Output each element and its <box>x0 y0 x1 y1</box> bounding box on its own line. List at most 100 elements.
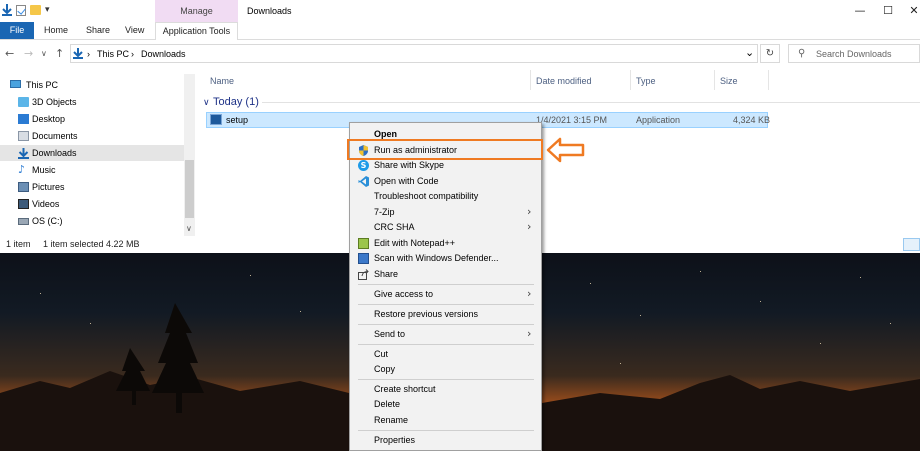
sidebar-item-videos[interactable]: Videos <box>0 196 185 212</box>
tab-share[interactable]: Share <box>86 25 110 35</box>
navigation-pane: This PC 3D Objects Desktop Documents Dow… <box>0 74 195 236</box>
video-icon <box>18 199 29 209</box>
menu-item-restore-previous[interactable]: Restore previous versions <box>350 307 541 322</box>
minimize-button[interactable]: — <box>850 3 870 19</box>
sidebar-item-pictures[interactable]: Pictures <box>0 179 185 195</box>
properties-icon[interactable] <box>16 4 26 16</box>
menu-item-edit-notepadpp[interactable]: Edit with Notepad++ <box>350 236 541 251</box>
download-icon[interactable] <box>2 4 12 16</box>
music-note-icon: ♪ <box>18 163 26 176</box>
search-placeholder: Search Downloads <box>816 49 892 59</box>
column-header-type[interactable]: Type <box>636 76 656 86</box>
new-folder-icon[interactable] <box>30 5 41 15</box>
sidebar-item-downloads[interactable]: Downloads <box>0 145 185 161</box>
menu-item-label: Cut <box>374 349 389 359</box>
title-bar: ▾ <box>0 0 920 22</box>
scroll-down-icon[interactable]: ∨ <box>186 224 192 233</box>
drive-icon <box>18 218 29 225</box>
sidebar-item-desktop[interactable]: Desktop <box>0 111 185 127</box>
column-header-date[interactable]: Date modified <box>536 76 592 86</box>
breadcrumb-downloads[interactable]: Downloads <box>141 49 186 59</box>
menu-item-label: Copy <box>374 364 396 374</box>
menu-item-label: Create shortcut <box>374 384 436 394</box>
column-divider[interactable] <box>714 70 715 90</box>
menu-item-label: Give access to <box>374 289 434 299</box>
menu-separator <box>358 324 534 325</box>
menu-item-share[interactable]: Share <box>350 267 541 282</box>
menu-item-properties[interactable]: Properties <box>350 433 541 448</box>
context-menu: Open Run as administrator S Share with S… <box>349 122 542 451</box>
collapse-group-icon[interactable]: ∨ <box>203 98 210 108</box>
menu-item-open-with-code[interactable]: Open with Code <box>350 174 541 189</box>
tab-application-tools[interactable]: Application Tools <box>155 22 238 40</box>
customize-toolbar-icon[interactable]: ▾ <box>45 5 50 15</box>
details-view-icon[interactable] <box>903 238 920 251</box>
manage-label[interactable]: Manage <box>155 6 238 16</box>
submenu-arrow-icon: › <box>527 287 532 300</box>
submenu-arrow-icon: › <box>527 327 532 340</box>
breadcrumb-sep: › <box>87 49 90 59</box>
breadcrumb-this-pc[interactable]: This PC <box>97 49 129 59</box>
group-divider <box>262 102 920 103</box>
menu-item-give-access[interactable]: Give access to › <box>350 287 541 302</box>
back-arrow-icon[interactable]: ← <box>5 47 14 60</box>
menu-item-7-zip[interactable]: 7-Zip › <box>350 205 541 220</box>
pictures-icon <box>18 182 29 192</box>
group-header[interactable]: Today (1) <box>213 96 259 108</box>
close-button[interactable]: ✕ <box>904 3 920 19</box>
menu-item-label: Delete <box>374 399 401 409</box>
menu-item-send-to[interactable]: Send to › <box>350 327 541 342</box>
address-bar[interactable]: › This PC › Downloads ⌄ <box>70 44 758 63</box>
menu-item-label: CRC SHA <box>374 222 415 232</box>
nav-scrollbar-thumb[interactable] <box>185 160 194 218</box>
menu-item-share-with-skype[interactable]: S Share with Skype <box>350 158 541 173</box>
forward-arrow-icon[interactable]: → <box>24 47 33 60</box>
tab-home[interactable]: Home <box>44 25 68 35</box>
up-arrow-icon[interactable]: ↑ <box>55 47 64 60</box>
menu-item-troubleshoot[interactable]: Troubleshoot compatibility <box>350 189 541 204</box>
tab-file[interactable]: File <box>0 22 34 39</box>
column-divider[interactable] <box>530 70 531 90</box>
cube-icon <box>18 97 29 107</box>
menu-separator <box>358 430 534 431</box>
submenu-arrow-icon: › <box>527 220 532 233</box>
sidebar-item-music[interactable]: ♪ Music <box>0 162 185 178</box>
menu-item-cut[interactable]: Cut <box>350 347 541 362</box>
file-name[interactable]: setup <box>226 115 248 125</box>
sidebar-item-label: Documents <box>32 131 78 141</box>
download-icon <box>18 148 29 159</box>
sidebar-item-label: Downloads <box>32 148 77 158</box>
menu-separator <box>358 284 534 285</box>
menu-item-copy[interactable]: Copy <box>350 362 541 377</box>
column-header-name[interactable]: Name <box>210 76 234 86</box>
menu-item-label: Restore previous versions <box>374 309 479 319</box>
sidebar-item-documents[interactable]: Documents <box>0 128 185 144</box>
defender-icon <box>358 253 369 264</box>
tab-view[interactable]: View <box>125 25 144 35</box>
share-icon <box>358 269 369 280</box>
recent-locations-icon[interactable]: ∨ <box>41 49 47 58</box>
menu-item-delete[interactable]: Delete <box>350 397 541 412</box>
menu-item-create-shortcut[interactable]: Create shortcut <box>350 382 541 397</box>
search-box[interactable]: ⚲ Search Downloads <box>788 44 920 63</box>
address-row: ← → ∨ ↑ › This PC › Downloads ⌄ ↻ ⚲ Sear… <box>0 41 920 67</box>
sidebar-item-os-c[interactable]: OS (C:) <box>0 213 185 229</box>
column-divider[interactable] <box>768 70 769 90</box>
menu-item-scan-defender[interactable]: Scan with Windows Defender... <box>350 251 541 266</box>
vscode-icon <box>358 176 369 187</box>
maximize-button[interactable]: ☐ <box>878 3 898 19</box>
menu-item-crc-sha[interactable]: CRC SHA › <box>350 220 541 235</box>
window-title: Downloads <box>247 6 292 16</box>
column-header-size[interactable]: Size <box>720 76 738 86</box>
refresh-button[interactable]: ↻ <box>760 44 780 63</box>
column-divider[interactable] <box>630 70 631 90</box>
sidebar-item-3d-objects[interactable]: 3D Objects <box>0 94 185 110</box>
sidebar-item-label: Videos <box>32 199 60 209</box>
menu-item-rename[interactable]: Rename <box>350 413 541 428</box>
menu-item-label: Open with Code <box>374 176 439 186</box>
breadcrumb-sep: › <box>131 49 134 59</box>
status-item-count: 1 item <box>6 239 31 249</box>
address-dropdown-icon[interactable]: ⌄ <box>745 46 754 59</box>
sidebar-item-this-pc[interactable]: This PC <box>0 77 185 93</box>
menu-item-label: 7-Zip <box>374 207 395 217</box>
